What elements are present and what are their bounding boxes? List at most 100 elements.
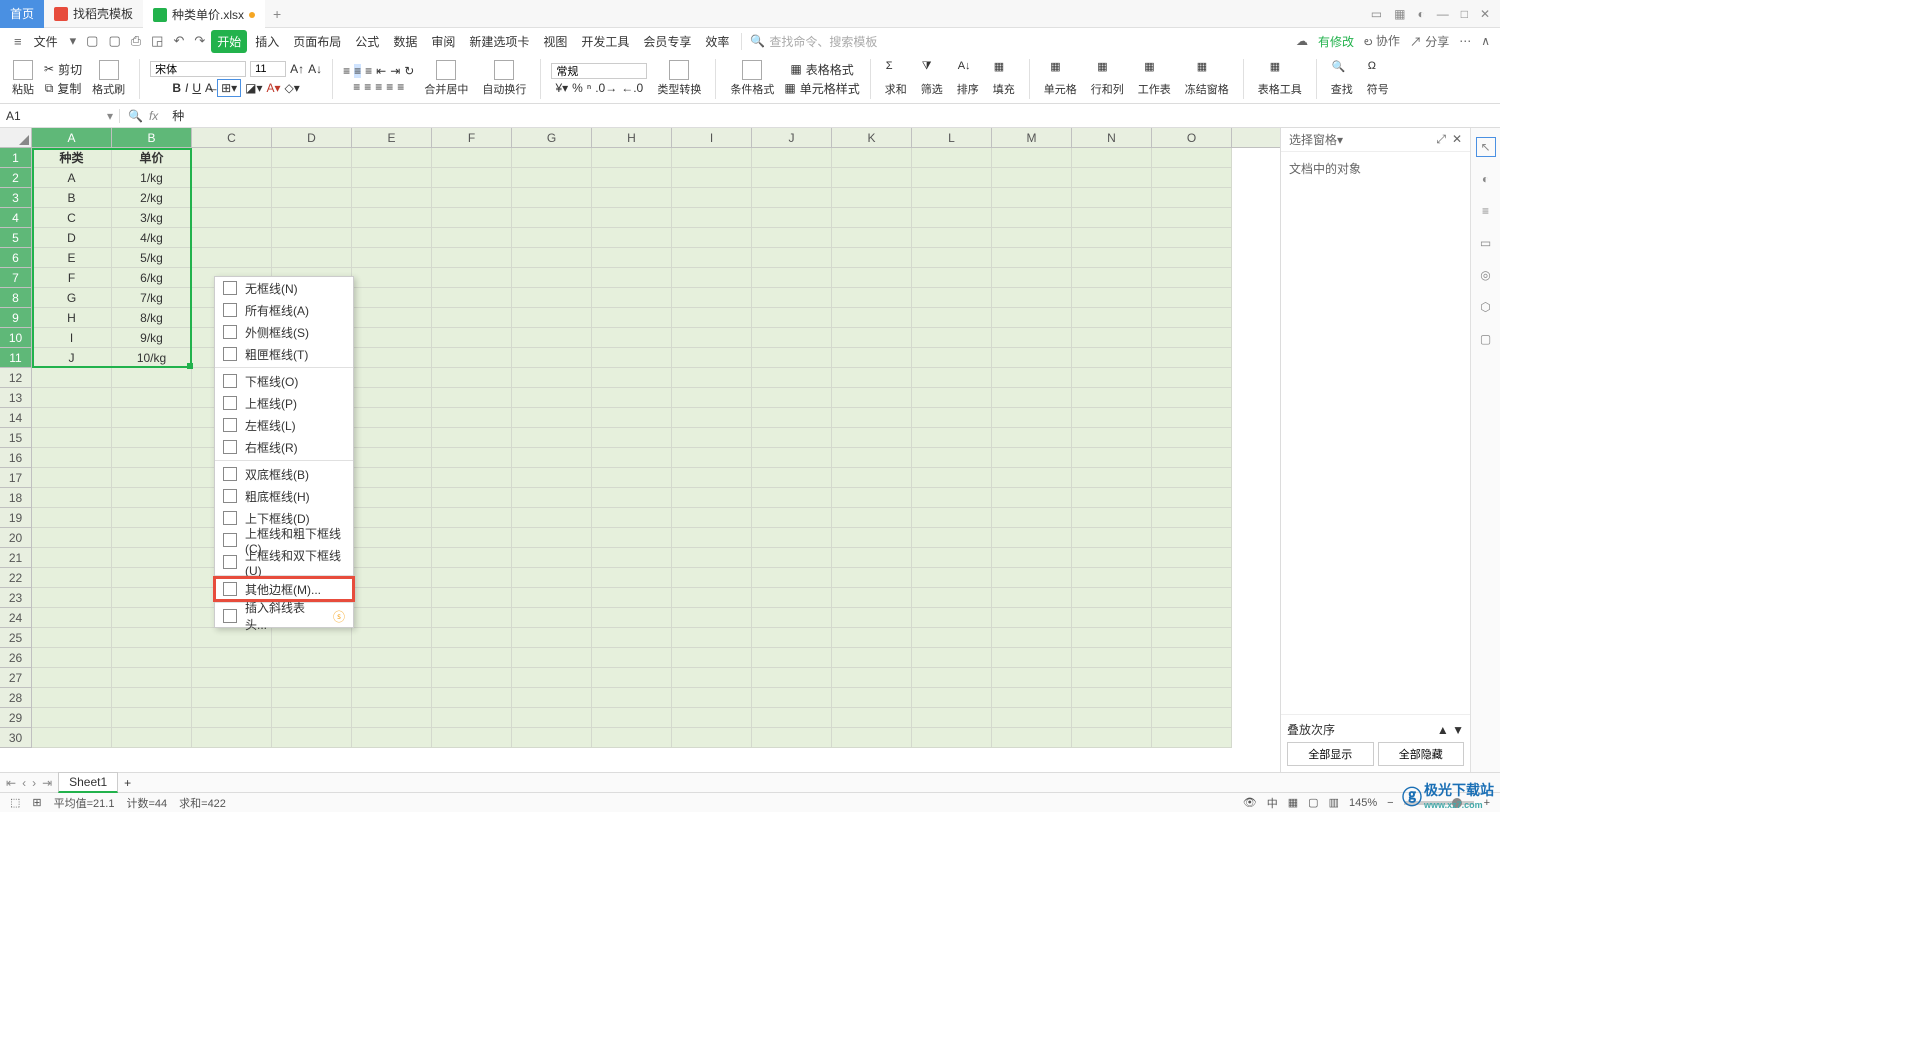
cell-K4[interactable] xyxy=(832,208,912,228)
cell-J19[interactable] xyxy=(752,508,832,528)
cell-A9[interactable]: H xyxy=(32,308,112,328)
cell-B23[interactable] xyxy=(112,588,192,608)
italic-icon[interactable]: I xyxy=(185,81,188,95)
cell-J16[interactable] xyxy=(752,448,832,468)
row-header-27[interactable]: 27 xyxy=(0,668,32,688)
searchbox[interactable]: 🔍 查找命令、搜索模板 xyxy=(741,33,877,50)
cell-E15[interactable] xyxy=(352,428,432,448)
cell-E21[interactable] xyxy=(352,548,432,568)
cell-M16[interactable] xyxy=(992,448,1072,468)
cell-C2[interactable] xyxy=(192,168,272,188)
cell-B30[interactable] xyxy=(112,728,192,748)
cell-B15[interactable] xyxy=(112,428,192,448)
cell-E18[interactable] xyxy=(352,488,432,508)
cell-J18[interactable] xyxy=(752,488,832,508)
fontcolor-icon[interactable]: A▾ xyxy=(267,81,281,95)
cell-K16[interactable] xyxy=(832,448,912,468)
cell-B29[interactable] xyxy=(112,708,192,728)
col-header-H[interactable]: H xyxy=(592,128,672,147)
undo-icon[interactable]: ↶ xyxy=(169,31,188,51)
cell-E12[interactable] xyxy=(352,368,432,388)
font-size[interactable] xyxy=(250,61,286,77)
cell-J25[interactable] xyxy=(752,628,832,648)
row-header-16[interactable]: 16 xyxy=(0,448,32,468)
cell-K20[interactable] xyxy=(832,528,912,548)
row-header-9[interactable]: 9 xyxy=(0,308,32,328)
cell-H14[interactable] xyxy=(592,408,672,428)
cell-M4[interactable] xyxy=(992,208,1072,228)
cell-O18[interactable] xyxy=(1152,488,1232,508)
cell-I12[interactable] xyxy=(672,368,752,388)
row-header-13[interactable]: 13 xyxy=(0,388,32,408)
minimize-icon[interactable]: — xyxy=(1437,7,1449,21)
cell-G30[interactable] xyxy=(512,728,592,748)
cell-F30[interactable] xyxy=(432,728,512,748)
cell-O27[interactable] xyxy=(1152,668,1232,688)
sheet-button[interactable]: ▦工作表 xyxy=(1134,60,1175,97)
cell-O4[interactable] xyxy=(1152,208,1232,228)
cell-M13[interactable] xyxy=(992,388,1072,408)
cell-M2[interactable] xyxy=(992,168,1072,188)
row-header-23[interactable]: 23 xyxy=(0,588,32,608)
cell-M7[interactable] xyxy=(992,268,1072,288)
orient-icon[interactable]: ↻ xyxy=(404,64,414,78)
fill-button[interactable]: ▦填充 xyxy=(989,60,1019,97)
cell-A7[interactable]: F xyxy=(32,268,112,288)
cell-J23[interactable] xyxy=(752,588,832,608)
row-header-12[interactable]: 12 xyxy=(0,368,32,388)
cell-G15[interactable] xyxy=(512,428,592,448)
copy-icon[interactable]: ⧉ xyxy=(45,81,54,96)
cell-G13[interactable] xyxy=(512,388,592,408)
cell-G19[interactable] xyxy=(512,508,592,528)
cell-J9[interactable] xyxy=(752,308,832,328)
cell-F6[interactable] xyxy=(432,248,512,268)
cell-N18[interactable] xyxy=(1072,488,1152,508)
cell-H17[interactable] xyxy=(592,468,672,488)
cell-F10[interactable] xyxy=(432,328,512,348)
cell-A26[interactable] xyxy=(32,648,112,668)
cell-E13[interactable] xyxy=(352,388,432,408)
selectall-corner[interactable] xyxy=(0,128,32,147)
row-header-1[interactable]: 1 xyxy=(0,148,32,168)
cell-A19[interactable] xyxy=(32,508,112,528)
tab-file[interactable]: 种类单价.xlsx xyxy=(143,0,265,28)
cell-K17[interactable] xyxy=(832,468,912,488)
cell-J24[interactable] xyxy=(752,608,832,628)
row-header-4[interactable]: 4 xyxy=(0,208,32,228)
cell-N3[interactable] xyxy=(1072,188,1152,208)
cell-M8[interactable] xyxy=(992,288,1072,308)
cell-F29[interactable] xyxy=(432,708,512,728)
align-bot-icon[interactable]: ≡ xyxy=(365,64,372,78)
col-header-E[interactable]: E xyxy=(352,128,432,147)
cell-G29[interactable] xyxy=(512,708,592,728)
mi-noborder[interactable]: 无框线(N) xyxy=(215,277,353,299)
cell-B28[interactable] xyxy=(112,688,192,708)
cell-D26[interactable] xyxy=(272,648,352,668)
cell-H6[interactable] xyxy=(592,248,672,268)
indent-inc-icon[interactable]: ⇥ xyxy=(390,64,400,78)
cell-H28[interactable] xyxy=(592,688,672,708)
cell-O5[interactable] xyxy=(1152,228,1232,248)
cell-H5[interactable] xyxy=(592,228,672,248)
cell-G14[interactable] xyxy=(512,408,592,428)
cell-L24[interactable] xyxy=(912,608,992,628)
cell-I28[interactable] xyxy=(672,688,752,708)
cell-I5[interactable] xyxy=(672,228,752,248)
cell-E27[interactable] xyxy=(352,668,432,688)
mi-allborder[interactable]: 所有框线(A) xyxy=(215,299,353,321)
cell-H26[interactable] xyxy=(592,648,672,668)
cell-G16[interactable] xyxy=(512,448,592,468)
row-header-5[interactable]: 5 xyxy=(0,228,32,248)
cell-F25[interactable] xyxy=(432,628,512,648)
cell-I14[interactable] xyxy=(672,408,752,428)
cell-B3[interactable]: 2/kg xyxy=(112,188,192,208)
align-top-icon[interactable]: ≡ xyxy=(343,64,350,78)
cell-H27[interactable] xyxy=(592,668,672,688)
decrease-font-icon[interactable]: A↓ xyxy=(308,62,322,76)
cell-M6[interactable] xyxy=(992,248,1072,268)
cell-H18[interactable] xyxy=(592,488,672,508)
cell-H20[interactable] xyxy=(592,528,672,548)
cell-L17[interactable] xyxy=(912,468,992,488)
col-header-C[interactable]: C xyxy=(192,128,272,147)
account-icon[interactable]: ◐ xyxy=(1417,7,1424,21)
